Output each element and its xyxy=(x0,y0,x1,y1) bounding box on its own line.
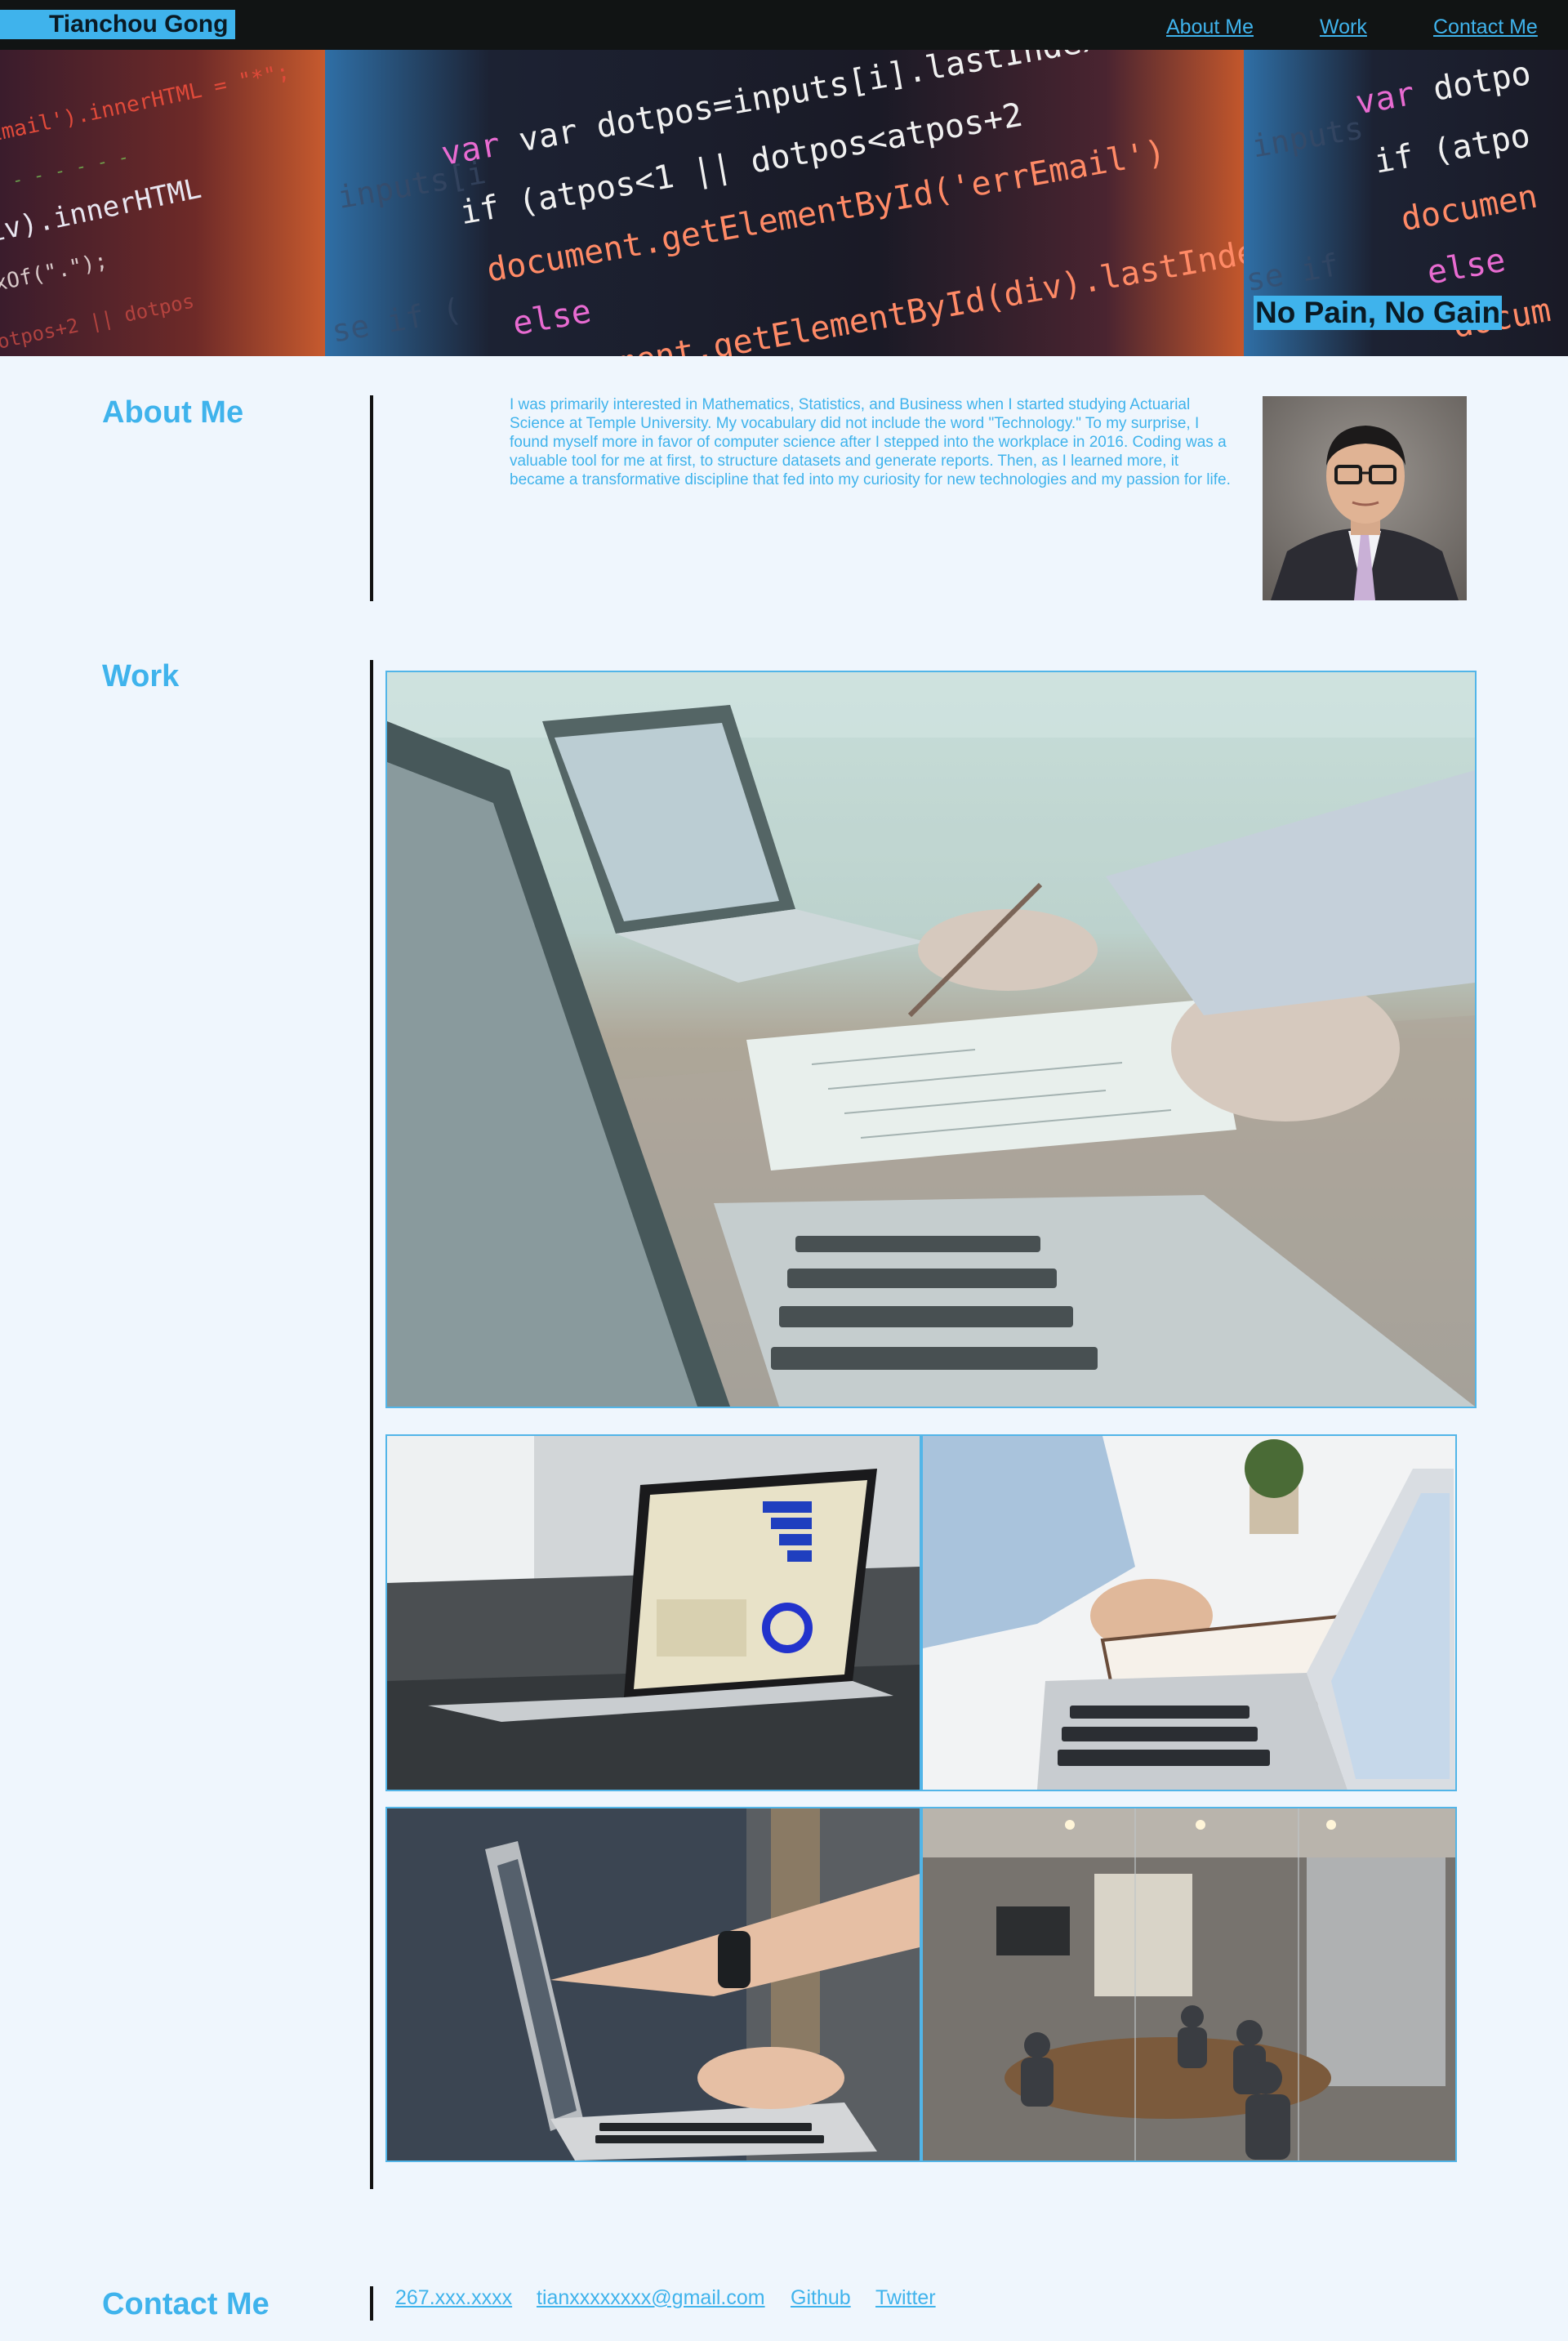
top-navbar: Tianchou Gong About Me Work Contact Me xyxy=(0,0,1568,50)
hero-code-image-center: var var dotpos=inputs[i].lastIndexOf if … xyxy=(325,50,1244,356)
brand-name[interactable]: Tianchou Gong xyxy=(0,10,235,39)
contact-phone-link[interactable]: 267.xxx.xxxx xyxy=(395,2285,512,2310)
hero-code-image-left: errEmail').innerHTML = "*"; - - - - - - … xyxy=(0,50,325,356)
nav-link-about[interactable]: About Me xyxy=(1166,15,1254,39)
hero-tagline: No Pain, No Gain xyxy=(1254,296,1503,330)
work-image-meeting-room[interactable] xyxy=(921,1807,1457,2162)
nav-link-work[interactable]: Work xyxy=(1320,15,1367,39)
about-paragraph: I was primarily interested in Mathematic… xyxy=(510,396,1231,488)
contact-divider xyxy=(370,2286,373,2321)
contact-email-link[interactable]: tianxxxxxxxx@gmail.com xyxy=(537,2285,765,2310)
work-image-analytics-laptop[interactable] xyxy=(385,1434,921,1791)
work-image-main[interactable] xyxy=(385,671,1477,1408)
hero-banner: errEmail').innerHTML = "*"; - - - - - - … xyxy=(0,50,1568,356)
contact-twitter-link[interactable]: Twitter xyxy=(875,2285,936,2310)
work-image-writing-desk[interactable] xyxy=(921,1434,1457,1791)
profile-photo xyxy=(1263,396,1467,600)
nav-link-contact[interactable]: Contact Me xyxy=(1433,15,1538,39)
contact-section-title: Contact Me xyxy=(102,2287,270,2321)
work-section-title: Work xyxy=(102,659,180,693)
contact-github-link[interactable]: Github xyxy=(791,2285,851,2310)
work-image-pointing-laptop[interactable] xyxy=(385,1807,921,2162)
about-section-title: About Me xyxy=(102,395,244,430)
work-divider xyxy=(370,660,373,2189)
about-divider xyxy=(370,395,373,601)
